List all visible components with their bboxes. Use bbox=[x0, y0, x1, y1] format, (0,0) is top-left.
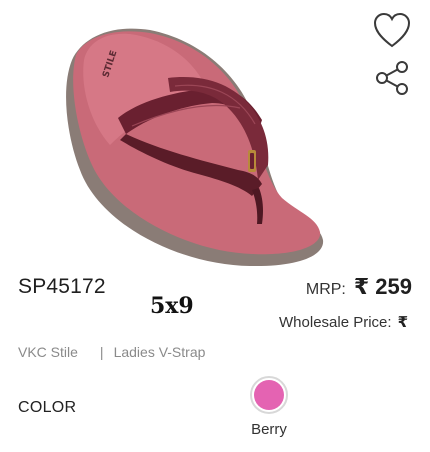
color-swatch-label: Berry bbox=[251, 421, 287, 438]
brand-separator: | bbox=[99, 344, 104, 360]
sandal-illustration: STILE bbox=[66, 28, 324, 267]
wholesale-price-label: Wholesale Price: bbox=[279, 314, 392, 331]
brand-name: VKC Stile bbox=[18, 344, 78, 360]
category-name: Ladies V-Strap bbox=[113, 344, 206, 360]
color-swatch-berry[interactable] bbox=[250, 376, 288, 414]
size-text: 5x9 bbox=[150, 293, 194, 319]
brand-category-row: VKC Stile | Ladies V-Strap bbox=[18, 344, 205, 360]
wholesale-price-row: Wholesale Price: ₹ bbox=[279, 313, 408, 331]
wholesale-price-value: ₹ bbox=[397, 314, 408, 331]
color-section-label: COLOR bbox=[18, 399, 77, 416]
heart-icon bbox=[373, 12, 411, 48]
share-icon bbox=[376, 61, 408, 95]
mrp-row: MRP: ₹ 259 bbox=[306, 274, 412, 300]
color-swatch-fill bbox=[254, 380, 284, 410]
product-image[interactable]: STILE bbox=[0, 0, 430, 272]
mrp-value: ₹ 259 bbox=[353, 274, 412, 299]
wishlist-button[interactable] bbox=[372, 12, 412, 50]
mrp-label: MRP: bbox=[305, 281, 346, 298]
product-sku: SP45172 bbox=[18, 275, 106, 298]
share-button[interactable] bbox=[374, 60, 410, 96]
